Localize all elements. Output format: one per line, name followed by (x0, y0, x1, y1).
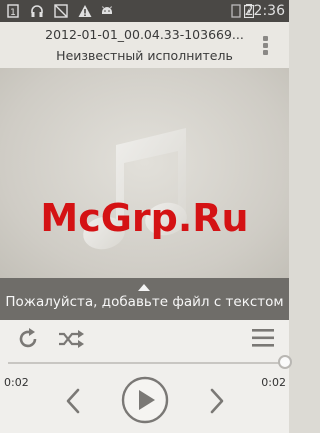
overflow-menu-icon[interactable] (263, 36, 269, 58)
warning-icon (78, 5, 92, 17)
track-title: 2012-01-01_00.04.33-103669... (45, 27, 244, 42)
next-icon[interactable] (208, 388, 226, 414)
sim-card-icon: 1 (7, 4, 19, 18)
seekbar[interactable] (8, 362, 285, 364)
watermark-text: McGrp.Ru (40, 196, 249, 240)
previous-icon[interactable] (64, 388, 82, 414)
elapsed-time: 0:02 (4, 376, 29, 389)
no-sim-icon (231, 4, 241, 18)
music-note-icon (83, 128, 187, 250)
now-playing-header: 2012-01-01_00.04.33-103669... Неизвестны… (0, 22, 289, 68)
lyrics-prompt: Пожалуйста, добавьте файл с текстом (5, 294, 284, 310)
total-duration: 0:02 (261, 376, 286, 389)
headphones-icon (31, 5, 43, 17)
status-time: 22:36 (244, 3, 285, 19)
no-signal-icon (54, 4, 68, 18)
svg-text:1: 1 (10, 8, 16, 18)
player-controls: 0:02 0:02 (0, 320, 292, 433)
repeat-icon[interactable] (15, 326, 41, 352)
track-artist: Неизвестный исполнитель (56, 48, 233, 63)
album-art: McGrp.Ru (0, 68, 289, 278)
android-icon (102, 6, 112, 14)
playlist-menu-icon[interactable] (252, 328, 274, 348)
expand-up-icon (138, 284, 150, 291)
play-button[interactable] (121, 376, 169, 424)
shuffle-icon[interactable] (57, 328, 85, 350)
status-bar: 1 22:36 (0, 0, 289, 22)
lyrics-panel[interactable]: Пожалуйста, добавьте файл с текстом (0, 278, 289, 320)
seekbar-thumb[interactable] (278, 355, 292, 369)
